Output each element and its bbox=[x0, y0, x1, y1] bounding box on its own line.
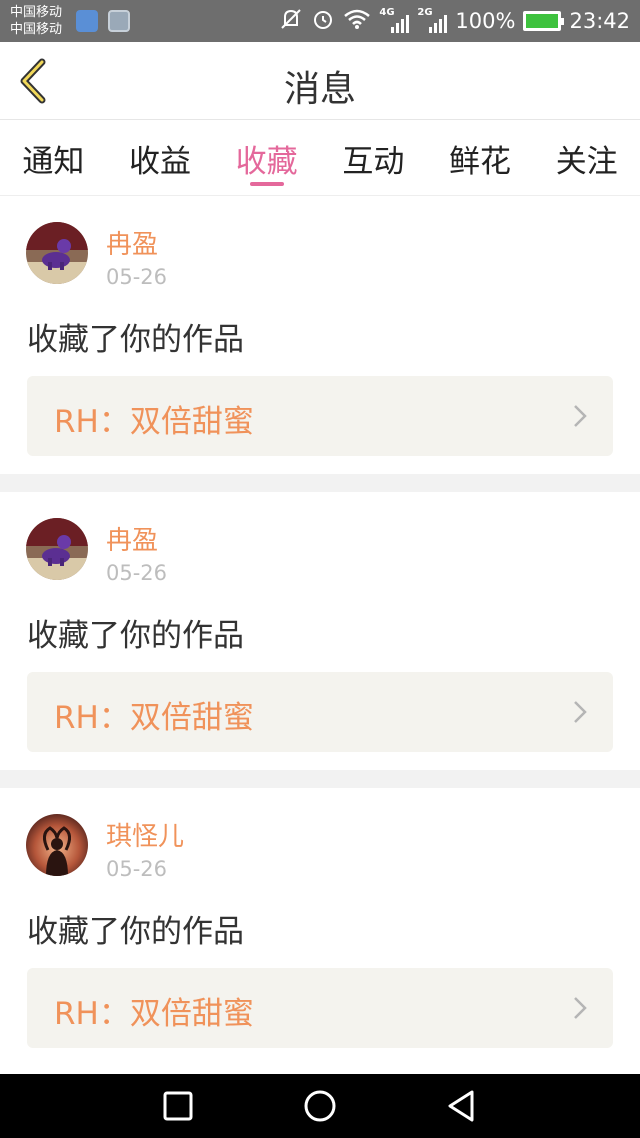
page-title: 消息 bbox=[283, 69, 356, 110]
work-link[interactable]: RH：双倍甜蜜 bbox=[27, 968, 613, 1048]
home-button[interactable] bbox=[302, 1088, 338, 1124]
tab-bar: 通知 收益 收藏 互动 鲜花 关注 bbox=[0, 120, 640, 196]
signal-4g-icon: 4G bbox=[379, 7, 410, 35]
tab-favorites[interactable]: 收藏 bbox=[213, 120, 320, 195]
work-title: RH：双倍甜蜜 bbox=[54, 700, 254, 736]
divider bbox=[0, 770, 640, 788]
carrier-labels: 中国移动 中国移动 bbox=[10, 4, 62, 38]
message-text: 收藏了你的作品 bbox=[27, 914, 244, 950]
carrier-1: 中国移动 bbox=[10, 5, 63, 20]
divider bbox=[0, 474, 640, 492]
square-icon bbox=[163, 1091, 193, 1121]
message-text: 收藏了你的作品 bbox=[27, 618, 244, 654]
list-item: 冉盈 05-26 收藏了你的作品 RH：双倍甜蜜 bbox=[0, 196, 640, 474]
avatar[interactable] bbox=[26, 518, 88, 580]
username[interactable]: 冉盈 bbox=[106, 520, 158, 557]
chevron-right-icon bbox=[574, 997, 587, 1019]
message-date: 05-26 bbox=[106, 857, 168, 881]
work-title: RH：双倍甜蜜 bbox=[54, 996, 254, 1032]
chevron-right-icon bbox=[574, 701, 587, 723]
tab-interaction[interactable]: 互动 bbox=[320, 120, 427, 195]
chevron-right-icon bbox=[574, 405, 587, 427]
header: 消息 bbox=[0, 42, 640, 120]
battery-icon bbox=[523, 11, 565, 31]
tab-earnings[interactable]: 收益 bbox=[107, 120, 214, 195]
avatar[interactable] bbox=[26, 814, 88, 876]
wifi-icon bbox=[343, 8, 371, 35]
message-date: 05-26 bbox=[106, 561, 168, 585]
tab-flowers[interactable]: 鲜花 bbox=[427, 120, 534, 195]
work-link[interactable]: RH：双倍甜蜜 bbox=[27, 672, 613, 752]
message-list: 冉盈 05-26 收藏了你的作品 RH：双倍甜蜜 冉盈 05-26 收藏了你的作… bbox=[0, 196, 640, 1066]
image-notification-icon bbox=[108, 10, 130, 32]
battery-percent: 100% bbox=[455, 9, 516, 33]
clock: 23:42 bbox=[569, 9, 630, 33]
circle-icon bbox=[304, 1090, 336, 1122]
app-notification-icon bbox=[76, 10, 98, 32]
signal-2g-icon: 2G bbox=[417, 7, 448, 35]
carrier-2: 中国移动 bbox=[10, 22, 63, 37]
tab-follow[interactable]: 关注 bbox=[533, 120, 640, 195]
alarm-icon bbox=[311, 7, 335, 36]
system-nav-bar bbox=[0, 1074, 640, 1138]
status-bar: 中国移动 中国移动 4G 2G 100% 23:42 bbox=[0, 0, 640, 42]
avatar[interactable] bbox=[26, 222, 88, 284]
message-date: 05-26 bbox=[106, 265, 168, 289]
list-item: 琪怪儿 05-26 收藏了你的作品 RH：双倍甜蜜 bbox=[0, 788, 640, 1066]
message-text: 收藏了你的作品 bbox=[27, 322, 244, 358]
triangle-back-icon bbox=[448, 1090, 474, 1122]
username[interactable]: 琪怪儿 bbox=[106, 816, 184, 853]
work-link[interactable]: RH：双倍甜蜜 bbox=[27, 376, 613, 456]
recents-button[interactable] bbox=[160, 1088, 196, 1124]
work-title: RH：双倍甜蜜 bbox=[54, 404, 254, 440]
list-item: 冉盈 05-26 收藏了你的作品 RH：双倍甜蜜 bbox=[0, 492, 640, 770]
back-nav-button[interactable] bbox=[444, 1088, 480, 1124]
tab-notice[interactable]: 通知 bbox=[0, 120, 107, 195]
mute-icon bbox=[279, 7, 303, 36]
username[interactable]: 冉盈 bbox=[106, 224, 158, 261]
tab-active-indicator bbox=[249, 182, 284, 186]
